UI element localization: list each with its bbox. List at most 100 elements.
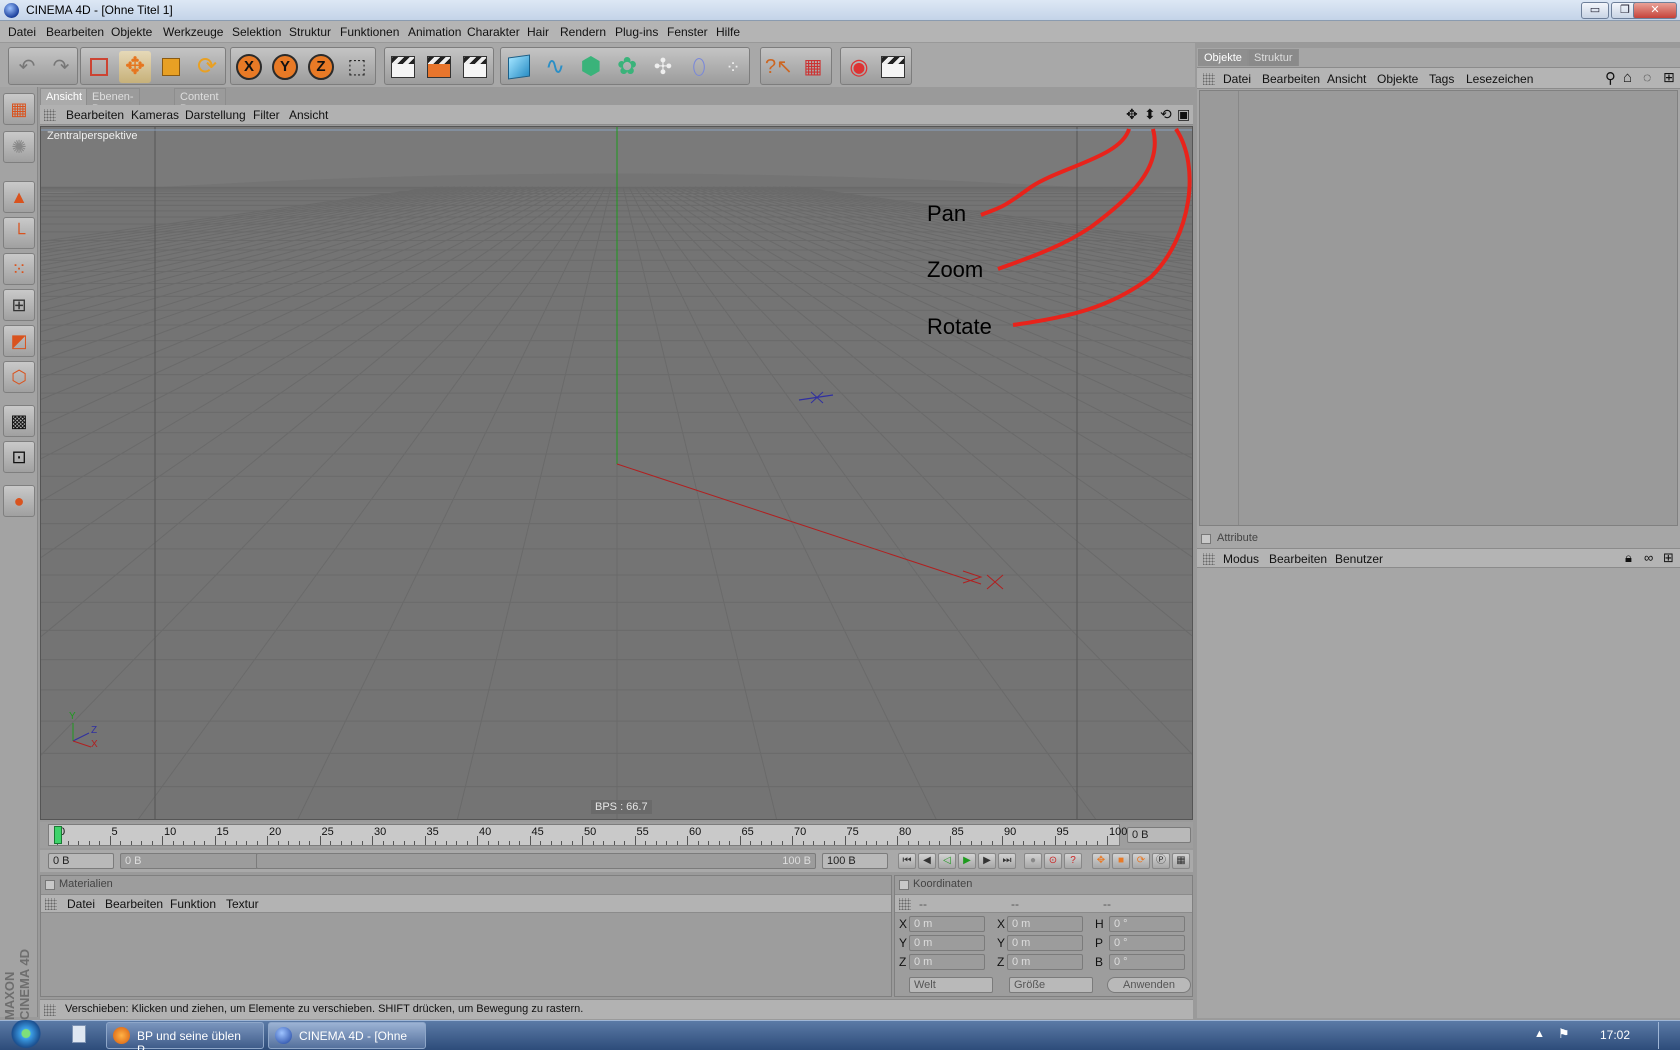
attr-menu-benutzer[interactable]: Benutzer <box>1335 552 1383 566</box>
coord-position-field[interactable]: 0 m <box>909 935 985 951</box>
play-icon[interactable]: ▶ <box>958 853 976 869</box>
obj-menu-lesezeichen[interactable]: Lesezeichen <box>1466 72 1533 86</box>
link-icon[interactable]: ∞ <box>1644 550 1653 565</box>
points-mode-icon[interactable]: ⁙ <box>3 253 35 285</box>
next-key-icon[interactable]: ▶ <box>978 853 996 869</box>
end-frame-field[interactable]: 100 B <box>822 853 888 869</box>
coord-rotation-field[interactable]: 0 ° <box>1109 954 1185 970</box>
keyframe-help-icon[interactable]: ? <box>1064 853 1082 869</box>
taskbar-item-browser[interactable]: BP und seine üblen P... <box>106 1022 264 1050</box>
coord-mode-select[interactable]: Welt <box>909 977 993 993</box>
tab-content-browser[interactable]: Content Browser <box>174 88 227 115</box>
menu-charakter[interactable]: Charakter <box>467 25 520 39</box>
nurbs-icon[interactable]: ⬢ <box>575 51 607 83</box>
mat-menu-datei[interactable]: Datei <box>67 897 95 911</box>
lock-icon[interactable]: 🔒︎ <box>1625 550 1632 566</box>
coord-position-field[interactable]: 0 m <box>909 954 985 970</box>
home-icon[interactable]: ⌂ <box>1623 69 1632 86</box>
view-menu-ansicht[interactable]: Ansicht <box>289 108 328 122</box>
view-menu-darstellung[interactable]: Darstellung <box>185 108 246 122</box>
mat-menu-funktion[interactable]: Funktion <box>170 897 216 911</box>
view-menu-bearbeiten[interactable]: Bearbeiten <box>66 108 124 122</box>
minimize-button[interactable]: ▭ <box>1581 2 1609 19</box>
timeline-ruler[interactable]: 0 5 10 15 20 25 30 35 40 45 50 55 60 65 70 75 80 85 90 95 10… <box>48 824 1127 846</box>
maximize-view-icon[interactable]: ▣ <box>1177 106 1190 123</box>
mat-menu-bearbeiten[interactable]: Bearbeiten <box>105 897 163 911</box>
search-icon[interactable]: ⚲ <box>1605 69 1616 87</box>
coord-size-field[interactable]: 0 m <box>1007 954 1083 970</box>
menu-rendern[interactable]: Rendern <box>560 25 606 39</box>
menu-funktionen[interactable]: Funktionen <box>340 25 399 39</box>
pan-icon[interactable]: ✥ <box>1126 106 1138 123</box>
sculpt-icon[interactable]: ● <box>3 485 35 517</box>
menu-bearbeiten[interactable]: Bearbeiten <box>46 25 104 39</box>
show-desktop-button[interactable] <box>1658 1022 1678 1049</box>
attr-menu-modus[interactable]: Modus <box>1223 552 1259 566</box>
uv-mode-icon[interactable]: ⬡ <box>3 361 35 393</box>
key-pla-icon[interactable]: ▦ <box>1172 853 1190 869</box>
render-settings-icon[interactable] <box>877 51 909 83</box>
3d-viewport[interactable]: Zentralperspektive Pan Zoom Rotate Y Z X… <box>40 126 1193 820</box>
texture-mode-icon[interactable]: ▩ <box>3 405 35 437</box>
menu-plugins[interactable]: Plug-ins <box>615 25 658 39</box>
model-mode-icon[interactable]: ▲ <box>3 181 35 213</box>
mat-menu-textur[interactable]: Textur <box>226 897 259 911</box>
panel-checkbox[interactable] <box>1201 534 1211 544</box>
attr-menu-bearbeiten[interactable]: Bearbeiten <box>1269 552 1327 566</box>
menu-hilfe[interactable]: Hilfe <box>716 25 740 39</box>
prev-key-icon[interactable]: ◀ <box>918 853 936 869</box>
help-pointer-icon[interactable]: ?↖ <box>763 51 795 83</box>
tab-ebenen-browser[interactable]: Ebenen-Browser <box>86 88 140 115</box>
panel-checkbox[interactable] <box>45 880 55 890</box>
x-axis-lock-icon[interactable]: X <box>233 51 265 83</box>
start-frame-field[interactable]: 0 B <box>48 853 114 869</box>
menu-fenster[interactable]: Fenster <box>667 25 708 39</box>
current-frame-field[interactable]: 0 B <box>1127 827 1191 843</box>
deformer-icon[interactable]: ✣ <box>647 51 679 83</box>
zoom-icon[interactable]: ⬍ <box>1144 106 1156 123</box>
edges-mode-icon[interactable]: ⊞ <box>3 289 35 321</box>
coord-rotation-field[interactable]: 0 ° <box>1109 916 1185 932</box>
key-parameter-icon[interactable]: Ⓟ <box>1152 853 1170 869</box>
coord-rotation-field[interactable]: 0 ° <box>1109 935 1185 951</box>
redo-icon[interactable]: ↷ <box>45 51 77 83</box>
obj-menu-datei[interactable]: Datei <box>1223 72 1251 86</box>
menu-selektion[interactable]: Selektion <box>232 25 281 39</box>
spline-icon[interactable]: ∿ <box>539 51 571 83</box>
coord-size-field[interactable]: 0 m <box>1007 916 1083 932</box>
live-selection-icon[interactable] <box>83 51 115 83</box>
coord-position-field[interactable]: 0 m <box>909 916 985 932</box>
help-calendar-icon[interactable]: ▦ <box>797 51 829 83</box>
tab-ansicht[interactable]: Ansicht <box>40 88 89 105</box>
coord-size-select[interactable]: Größe <box>1009 977 1093 993</box>
record-icon[interactable]: ● <box>1024 853 1042 869</box>
menu-objekte[interactable]: Objekte <box>111 25 152 39</box>
coord-size-field[interactable]: 0 m <box>1007 935 1083 951</box>
playhead[interactable] <box>54 826 62 844</box>
autokey-icon[interactable]: ⊙ <box>1044 853 1062 869</box>
polygons-mode-icon[interactable]: ◩ <box>3 325 35 357</box>
eye-icon[interactable]: ◌ <box>1643 69 1651 85</box>
undo-icon[interactable]: ↶ <box>11 51 43 83</box>
object-list[interactable] <box>1199 90 1678 526</box>
object-mode-icon[interactable]: ✺ <box>3 131 35 163</box>
obj-menu-objekte[interactable]: Objekte <box>1377 72 1418 86</box>
new-panel-icon[interactable]: ⊞ <box>1663 69 1675 86</box>
axis-mode-icon[interactable]: └ <box>3 217 35 249</box>
obj-menu-ansicht[interactable]: Ansicht <box>1327 72 1366 86</box>
key-rotation-icon[interactable]: ⟳ <box>1132 853 1150 869</box>
panel-checkbox[interactable] <box>899 880 909 890</box>
key-position-icon[interactable]: ✥ <box>1092 853 1110 869</box>
view-menu-kameras[interactable]: Kameras <box>131 108 179 122</box>
z-axis-lock-icon[interactable]: Z <box>305 51 337 83</box>
render-picture-viewer-icon[interactable] <box>459 51 491 83</box>
texture-axis-icon[interactable]: ⊡ <box>3 441 35 473</box>
cube-primitive-icon[interactable] <box>503 51 535 83</box>
web-render-icon[interactable]: ◉ <box>843 51 875 83</box>
move-icon[interactable]: ✥ <box>119 51 151 83</box>
start-button[interactable] <box>4 1020 48 1050</box>
y-axis-lock-icon[interactable]: Y <box>269 51 301 83</box>
tab-objekte[interactable]: Objekte <box>1198 49 1248 66</box>
goto-end-icon[interactable]: ⏭ <box>998 853 1016 869</box>
range-slider[interactable]: 100 B <box>256 853 816 869</box>
